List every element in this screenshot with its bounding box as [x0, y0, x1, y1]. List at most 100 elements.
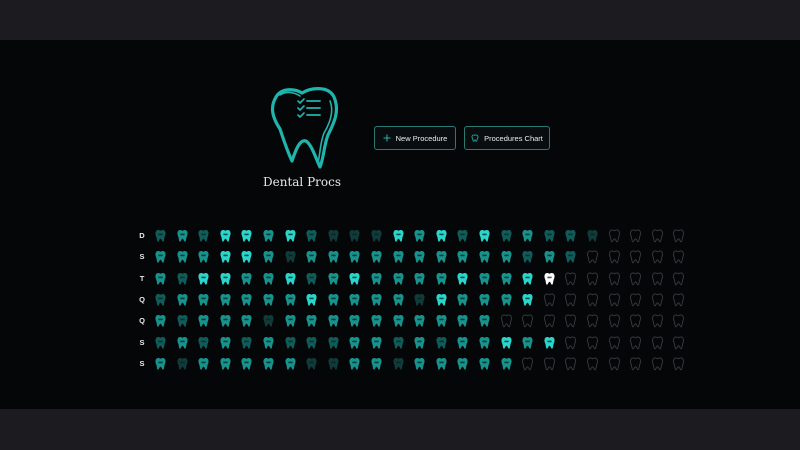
tooth-icon[interactable]	[608, 272, 621, 286]
tooth-icon[interactable]	[392, 357, 405, 371]
tooth-icon[interactable]	[327, 250, 340, 264]
tooth-icon[interactable]	[262, 357, 275, 371]
tooth-icon[interactable]	[197, 272, 210, 286]
tooth-icon[interactable]	[435, 314, 448, 328]
tooth-icon[interactable]	[327, 272, 340, 286]
tooth-icon[interactable]	[456, 314, 469, 328]
tooth-icon[interactable]	[478, 357, 491, 371]
tooth-icon[interactable]	[586, 250, 599, 264]
tooth-icon[interactable]	[672, 336, 685, 350]
tooth-icon[interactable]	[478, 250, 491, 264]
tooth-icon[interactable]	[413, 229, 426, 243]
tooth-icon[interactable]	[543, 336, 556, 350]
tooth-icon[interactable]	[392, 250, 405, 264]
tooth-icon[interactable]	[154, 314, 167, 328]
tooth-icon[interactable]	[262, 229, 275, 243]
tooth-icon[interactable]	[543, 250, 556, 264]
tooth-icon[interactable]	[240, 336, 253, 350]
tooth-icon[interactable]	[564, 229, 577, 243]
tooth-icon[interactable]	[284, 250, 297, 264]
tooth-icon[interactable]	[478, 229, 491, 243]
tooth-icon[interactable]	[521, 357, 534, 371]
tooth-icon[interactable]	[629, 250, 642, 264]
tooth-icon[interactable]	[370, 250, 383, 264]
tooth-icon[interactable]	[219, 272, 232, 286]
tooth-icon[interactable]	[370, 293, 383, 307]
tooth-icon[interactable]	[586, 336, 599, 350]
tooth-icon[interactable]	[564, 250, 577, 264]
tooth-icon[interactable]	[176, 336, 189, 350]
tooth-icon[interactable]	[672, 357, 685, 371]
tooth-icon[interactable]	[500, 357, 513, 371]
tooth-icon[interactable]	[327, 314, 340, 328]
tooth-icon[interactable]	[348, 272, 361, 286]
tooth-icon[interactable]	[456, 250, 469, 264]
tooth-icon[interactable]	[586, 229, 599, 243]
tooth-icon[interactable]	[651, 250, 664, 264]
tooth-icon[interactable]	[629, 357, 642, 371]
tooth-icon[interactable]	[651, 336, 664, 350]
tooth-icon[interactable]	[154, 293, 167, 307]
tooth-icon[interactable]	[176, 293, 189, 307]
tooth-icon[interactable]	[262, 336, 275, 350]
tooth-icon[interactable]	[543, 314, 556, 328]
tooth-icon[interactable]	[392, 336, 405, 350]
tooth-icon[interactable]	[176, 357, 189, 371]
tooth-icon[interactable]	[564, 272, 577, 286]
tooth-icon[interactable]	[305, 250, 318, 264]
tooth-icon[interactable]	[608, 314, 621, 328]
tooth-icon[interactable]	[240, 250, 253, 264]
tooth-icon[interactable]	[262, 293, 275, 307]
tooth-icon[interactable]	[370, 357, 383, 371]
tooth-icon[interactable]	[672, 229, 685, 243]
tooth-icon[interactable]	[284, 229, 297, 243]
tooth-icon[interactable]	[543, 229, 556, 243]
tooth-icon[interactable]	[305, 357, 318, 371]
tooth-icon[interactable]	[370, 229, 383, 243]
tooth-icon[interactable]	[500, 229, 513, 243]
tooth-icon[interactable]	[348, 229, 361, 243]
tooth-icon[interactable]	[629, 293, 642, 307]
tooth-icon[interactable]	[564, 336, 577, 350]
tooth-icon[interactable]	[284, 336, 297, 350]
tooth-icon[interactable]	[629, 229, 642, 243]
tooth-icon[interactable]	[521, 272, 534, 286]
tooth-icon[interactable]	[392, 272, 405, 286]
tooth-icon[interactable]	[651, 314, 664, 328]
tooth-icon[interactable]	[435, 336, 448, 350]
tooth-icon[interactable]	[219, 336, 232, 350]
tooth-icon[interactable]	[478, 314, 491, 328]
tooth-icon[interactable]	[327, 229, 340, 243]
tooth-icon[interactable]	[348, 314, 361, 328]
tooth-icon[interactable]	[651, 229, 664, 243]
tooth-icon[interactable]	[262, 272, 275, 286]
tooth-icon[interactable]	[608, 229, 621, 243]
tooth-icon[interactable]	[305, 314, 318, 328]
tooth-icon[interactable]	[176, 250, 189, 264]
tooth-icon[interactable]	[478, 336, 491, 350]
tooth-icon[interactable]	[197, 336, 210, 350]
tooth-icon[interactable]	[284, 357, 297, 371]
tooth-icon[interactable]	[413, 293, 426, 307]
tooth-icon[interactable]	[456, 357, 469, 371]
tooth-icon[interactable]	[564, 314, 577, 328]
tooth-icon[interactable]	[370, 314, 383, 328]
tooth-icon[interactable]	[500, 272, 513, 286]
tooth-icon[interactable]	[176, 272, 189, 286]
tooth-icon[interactable]	[586, 293, 599, 307]
tooth-icon[interactable]	[392, 229, 405, 243]
tooth-icon[interactable]	[672, 293, 685, 307]
tooth-icon[interactable]	[154, 272, 167, 286]
tooth-icon[interactable]	[413, 272, 426, 286]
tooth-icon[interactable]	[176, 229, 189, 243]
tooth-icon[interactable]	[197, 250, 210, 264]
tooth-icon[interactable]	[305, 336, 318, 350]
tooth-icon[interactable]	[456, 272, 469, 286]
tooth-icon[interactable]	[154, 250, 167, 264]
tooth-icon[interactable]	[564, 293, 577, 307]
tooth-icon[interactable]	[370, 336, 383, 350]
tooth-icon[interactable]	[586, 357, 599, 371]
tooth-icon[interactable]	[456, 293, 469, 307]
tooth-icon[interactable]	[586, 314, 599, 328]
tooth-icon[interactable]	[543, 357, 556, 371]
